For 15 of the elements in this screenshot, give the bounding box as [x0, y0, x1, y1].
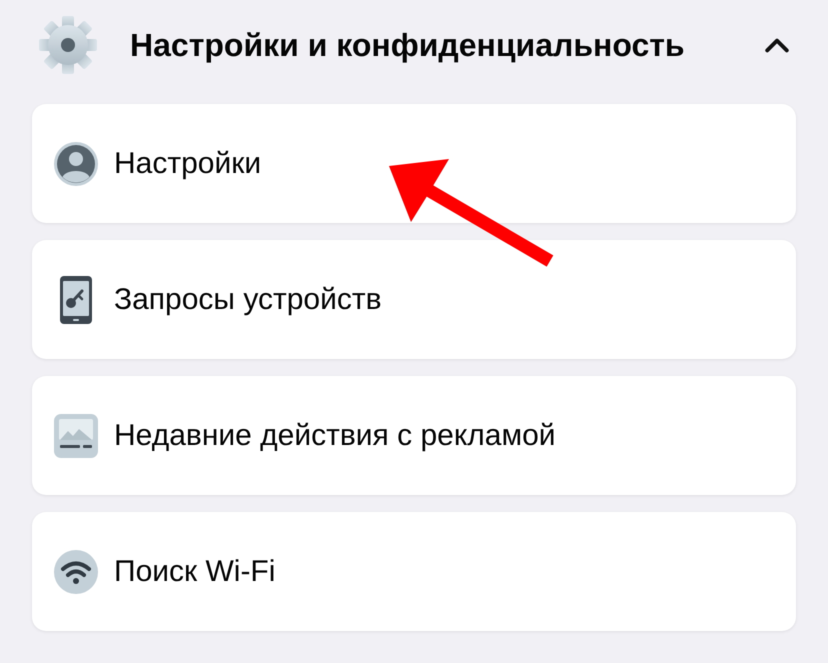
section-title: Настройки и конфиденциальность: [130, 26, 686, 64]
menu-item-label: Недавние действия с рекламой: [114, 418, 556, 452]
menu-item[interactable]: Недавние действия с рекламой: [32, 376, 796, 495]
collapse-chevron-icon[interactable]: [764, 36, 790, 54]
menu-item-label: Запросы устройств: [114, 282, 382, 316]
menu-item[interactable]: Запросы устройств: [32, 240, 796, 359]
menu-item[interactable]: Настройки: [32, 104, 796, 223]
profile-icon: [54, 142, 98, 186]
menu-item[interactable]: Поиск Wi-Fi: [32, 512, 796, 631]
image-card-icon: [54, 414, 98, 458]
menu-item-label: Поиск Wi-Fi: [114, 554, 276, 588]
phone-key-icon: [60, 276, 92, 324]
menu-item-label: Настройки: [114, 146, 262, 180]
wifi-icon: [54, 550, 98, 594]
gear-icon: [39, 16, 97, 74]
